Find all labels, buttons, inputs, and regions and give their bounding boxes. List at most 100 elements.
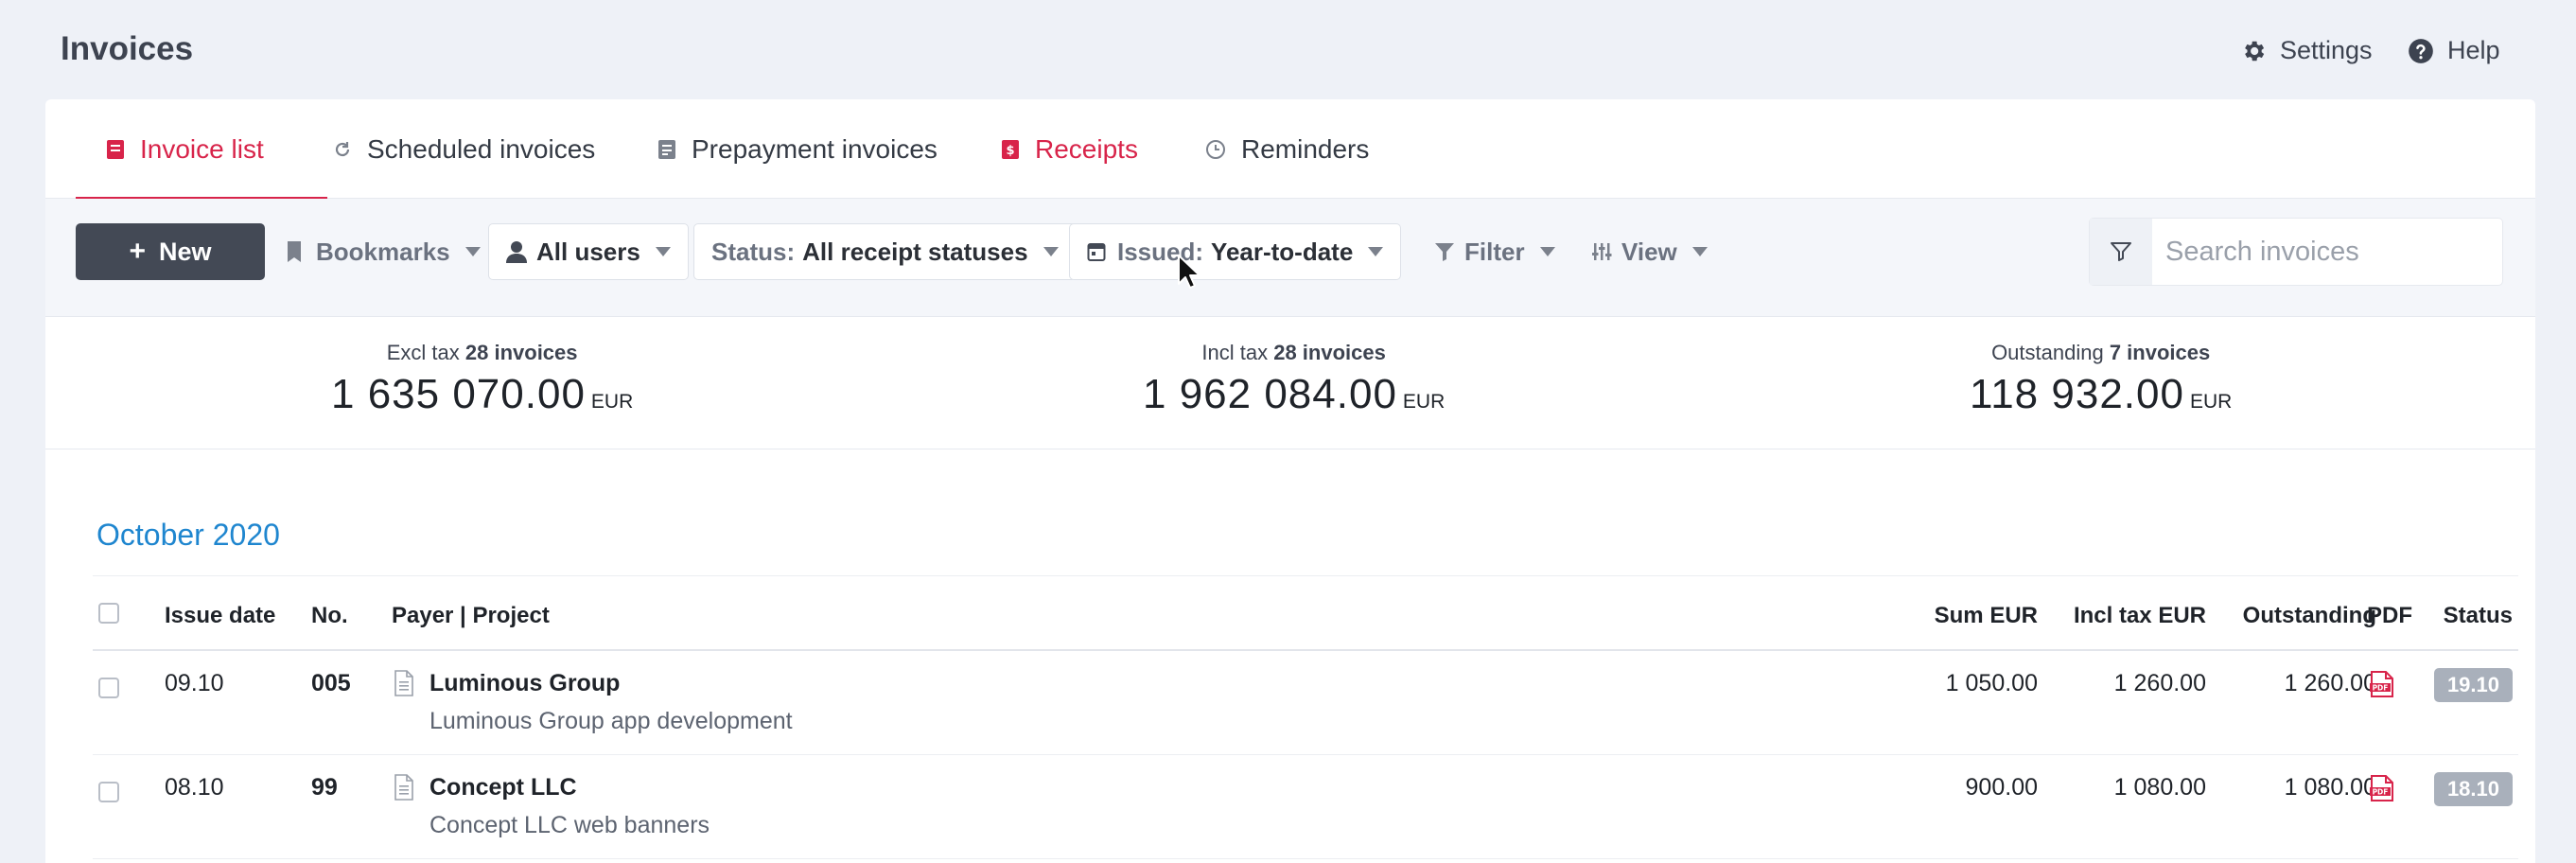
chevron-down-icon [1539,247,1555,256]
new-invoice-button[interactable]: + New [76,223,265,280]
receipt-icon: $ [1002,139,1019,159]
header-status[interactable]: Status [2444,603,2513,629]
summary-label: Excl tax [386,341,460,364]
header-issue-date[interactable]: Issue date [165,603,275,629]
table-header: Issue date No. Payer | Project Sum EUR I… [93,575,2518,651]
tab-label: Scheduled invoices [367,133,596,164]
settings-label: Settings [2280,36,2373,64]
settings-link[interactable]: Settings [2240,36,2373,65]
payer-name[interactable]: Luminous Group [429,670,620,697]
bookmark-icon [288,241,301,262]
select-all-checkbox[interactable] [98,603,119,624]
tab-reminders[interactable]: Reminders [1205,99,1369,199]
tab-receipts[interactable]: $ Receipts [1001,99,1138,199]
status-badge: 19.10 [2433,668,2513,702]
svg-text:PDF: PDF [2373,684,2389,693]
pdf-icon[interactable]: PDF [2368,670,2396,698]
calendar-icon [1087,243,1106,261]
summary-value: 1 635 070.00 [331,371,586,417]
tab-bar: Invoice list Scheduled invoices Prepayme… [45,99,2535,200]
chevron-down-icon [464,247,481,256]
tab-prepayment-invoices[interactable]: Prepayment invoices [657,99,938,199]
header-incl-tax[interactable]: Incl tax EUR [2074,603,2206,629]
filter-label: Filter [1464,237,1525,266]
summary-outstanding: Outstanding 7 invoices 118 932.00 EUR [1970,341,2232,418]
tab-label: Receipts [1035,133,1138,164]
summary-excl-tax: Excl tax 28 invoices 1 635 070.00 EUR [331,341,633,418]
users-dropdown[interactable]: All users [488,223,689,280]
outstanding-value: 1 080.00 [2284,774,2376,801]
plus-icon: + [129,236,146,267]
svg-text:$: $ [1006,144,1014,158]
document-icon [394,774,413,801]
chevron-down-icon [1691,247,1708,256]
view-label: View [1621,237,1677,266]
status-badge: 18.10 [2433,772,2513,806]
incl-tax-value: 1 080.00 [2113,774,2206,801]
gear-icon [2245,41,2265,61]
summary-currency: EUR [2189,391,2233,413]
search-filter-button[interactable] [2090,219,2152,285]
incl-tax-value: 1 260.00 [2113,670,2206,696]
row-checkbox[interactable] [98,678,119,698]
month-heading: October 2020 [96,518,280,552]
filter-dropdown[interactable]: Filter [1417,223,1572,280]
search-box [2089,218,2503,286]
bookmarks-dropdown[interactable]: Bookmarks [269,223,498,280]
clock-icon [1206,139,1225,159]
summary-currency: EUR [1402,391,1446,413]
refresh-icon [335,141,350,156]
table-row[interactable]: 08.10 99 Concept LLC Concept LLC web ban… [93,755,2518,859]
summary-currency: EUR [590,391,634,413]
summary-incl-tax: Incl tax 28 invoices 1 962 084.00 EUR [1143,341,1445,418]
issued-value: Year-to-date [1211,237,1354,266]
row-checkbox[interactable] [98,782,119,802]
header-payer-project[interactable]: Payer | Project [392,603,550,629]
payer-name[interactable]: Concept LLC [429,774,577,801]
tab-label: Reminders [1241,133,1370,164]
summary-count: 7 invoices [2109,341,2211,364]
status-dropdown[interactable]: Status: All receipt statuses [693,223,1077,280]
table-row[interactable]: 09.10 005 Luminous Group Luminous Group … [93,651,2518,755]
main-card: Invoice list Scheduled invoices Prepayme… [45,99,2535,863]
sliders-icon [1592,243,1612,260]
invoice-number[interactable]: 99 [311,774,338,801]
chevron-down-icon [1043,247,1059,256]
summary-count: 28 invoices [1273,341,1386,364]
status-prefix: Status: [711,237,796,266]
tab-invoice-list[interactable]: Invoice list [76,99,327,200]
tab-label: Prepayment invoices [692,133,938,164]
issue-date: 08.10 [165,774,224,801]
summary-count: 28 invoices [464,341,578,364]
summary-label: Incl tax [1201,341,1269,364]
bookmarks-label: Bookmarks [316,237,450,266]
top-bar: Invoices Settings Help [0,0,2576,99]
view-dropdown[interactable]: View [1574,223,1725,280]
sum-value: 1 050.00 [1945,670,2038,696]
header-number[interactable]: No. [311,603,348,629]
header-outstanding[interactable]: Outstanding [2243,603,2376,629]
pdf-icon[interactable]: PDF [2368,774,2396,802]
document-icon [394,670,413,696]
users-label: All users [536,237,640,266]
search-input[interactable] [2165,230,2487,273]
invoice-number[interactable]: 005 [311,670,351,697]
user-icon [506,241,527,263]
document-icon [658,139,675,159]
tab-scheduled-invoices[interactable]: Scheduled invoices [333,99,595,199]
project-name: Luminous Group app development [429,708,793,734]
project-name: Concept LLC web banners [429,812,710,838]
sum-value: 900.00 [1965,774,2038,801]
header-pdf: PDF [2367,603,2412,628]
header-sum[interactable]: Sum EUR [1935,603,2038,629]
issued-dropdown[interactable]: Issued: Year-to-date [1069,223,1402,280]
summary-bar: Excl tax 28 invoices 1 635 070.00 EUR Inc… [45,317,2535,449]
help-link[interactable]: Help [2408,36,2500,65]
summary-value: 118 932.00 [1970,371,2184,417]
help-label: Help [2447,36,2500,64]
outstanding-value: 1 260.00 [2284,670,2376,696]
summary-label: Outstanding [1991,341,2104,364]
tab-label: Invoice list [140,133,264,164]
chevron-down-icon [655,247,671,256]
new-button-label: New [159,237,212,266]
